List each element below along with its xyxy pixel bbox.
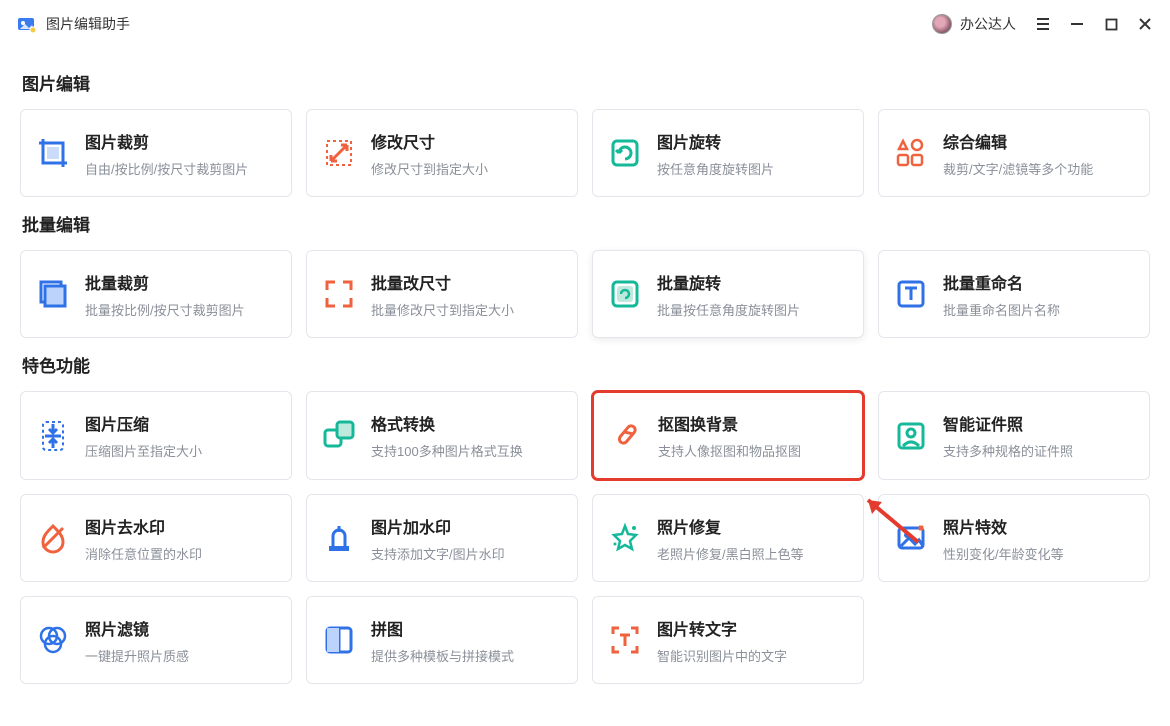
card-title: 修改尺寸 [371, 129, 488, 153]
titlebar-left: 图片编辑助手 [16, 14, 130, 34]
menu-button[interactable] [1034, 15, 1052, 33]
card-title: 抠图换背景 [658, 411, 801, 435]
grid-batch: 批量裁剪 批量按比例/按尺寸裁剪图片 批量改尺寸 批量修改尺寸到指定大小 批量旋… [20, 250, 1150, 338]
card-title: 批量重命名 [943, 270, 1060, 294]
card-batch-rotate[interactable]: 批量旋转 批量按任意角度旋转图片 [592, 250, 864, 338]
card-desc: 批量修改尺寸到指定大小 [371, 300, 514, 319]
card-crop[interactable]: 图片裁剪 自由/按比例/按尺寸裁剪图片 [20, 109, 292, 197]
card-title: 图片压缩 [85, 411, 202, 435]
card-title: 批量改尺寸 [371, 270, 514, 294]
card-cutout[interactable]: 抠图换背景 支持人像抠图和物品抠图 [592, 391, 864, 480]
card-desc: 裁剪/文字/滤镜等多个功能 [943, 159, 1093, 178]
grid-edit: 图片裁剪 自由/按比例/按尺寸裁剪图片 修改尺寸 修改尺寸到指定大小 图片旋转 … [20, 109, 1150, 197]
restore-icon [609, 522, 641, 554]
card-desc: 支持添加文字/图片水印 [371, 544, 505, 563]
card-desc: 批量按比例/按尺寸裁剪图片 [85, 300, 245, 319]
app-logo-icon [16, 14, 36, 34]
card-batch-crop[interactable]: 批量裁剪 批量按比例/按尺寸裁剪图片 [20, 250, 292, 338]
resize-icon [323, 137, 355, 169]
filter-icon [37, 624, 69, 656]
card-desc: 老照片修复/黑白照上色等 [657, 544, 804, 563]
section-heading-special: 特色功能 [22, 352, 1150, 377]
card-title: 照片滤镜 [85, 616, 189, 640]
card-title: 批量旋转 [657, 270, 800, 294]
card-desc: 按任意角度旋转图片 [657, 159, 774, 178]
card-desc: 消除任意位置的水印 [85, 544, 202, 563]
username: 办公达人 [960, 14, 1016, 34]
rename-icon [895, 278, 927, 310]
section-heading-batch: 批量编辑 [22, 211, 1150, 236]
window-controls [1034, 15, 1154, 33]
card-title: 拼图 [371, 616, 514, 640]
card-ocr[interactable]: 图片转文字 智能识别图片中的文字 [592, 596, 864, 684]
wand-icon [610, 420, 642, 452]
avatar-icon [932, 14, 952, 34]
card-title: 综合编辑 [943, 129, 1093, 153]
app-title: 图片编辑助手 [46, 14, 130, 34]
maximize-button[interactable] [1102, 15, 1120, 33]
crop-icon [37, 137, 69, 169]
content: 图片编辑 图片裁剪 自由/按比例/按尺寸裁剪图片 修改尺寸 修改尺寸到指定大小 … [0, 44, 1170, 704]
batch-crop-icon [37, 278, 69, 310]
card-desc: 支持人像抠图和物品抠图 [658, 441, 801, 460]
card-title: 格式转换 [371, 411, 523, 435]
card-desc: 自由/按比例/按尺寸裁剪图片 [85, 159, 248, 178]
effects-icon [895, 522, 927, 554]
card-batch-rename[interactable]: 批量重命名 批量重命名图片名称 [878, 250, 1150, 338]
user-area[interactable]: 办公达人 [932, 14, 1016, 34]
card-title: 照片修复 [657, 514, 804, 538]
batch-rotate-icon [609, 278, 641, 310]
card-collage[interactable]: 拼图 提供多种模板与拼接模式 [306, 596, 578, 684]
collage-icon [323, 624, 355, 656]
card-filter[interactable]: 照片滤镜 一键提升照片质感 [20, 596, 292, 684]
card-title: 批量裁剪 [85, 270, 245, 294]
card-batch-resize[interactable]: 批量改尺寸 批量修改尺寸到指定大小 [306, 250, 578, 338]
convert-icon [323, 420, 355, 452]
card-desc: 压缩图片至指定大小 [85, 441, 202, 460]
card-remove-watermark[interactable]: 图片去水印 消除任意位置的水印 [20, 494, 292, 582]
card-effects[interactable]: 照片特效 性别变化/年龄变化等 [878, 494, 1150, 582]
titlebar: 图片编辑助手 办公达人 [0, 0, 1170, 44]
remove-watermark-icon [37, 522, 69, 554]
section-heading-edit: 图片编辑 [22, 70, 1150, 95]
card-title: 图片去水印 [85, 514, 202, 538]
card-desc: 修改尺寸到指定大小 [371, 159, 488, 178]
expand-icon [323, 278, 355, 310]
card-rotate[interactable]: 图片旋转 按任意角度旋转图片 [592, 109, 864, 197]
rotate-icon [609, 137, 641, 169]
card-title: 图片加水印 [371, 514, 505, 538]
close-button[interactable] [1136, 15, 1154, 33]
add-watermark-icon [323, 522, 355, 554]
card-title: 照片特效 [943, 514, 1064, 538]
card-desc: 批量重命名图片名称 [943, 300, 1060, 319]
card-compress[interactable]: 图片压缩 压缩图片至指定大小 [20, 391, 292, 480]
card-title: 图片裁剪 [85, 129, 248, 153]
card-restore[interactable]: 照片修复 老照片修复/黑白照上色等 [592, 494, 864, 582]
card-multi-edit[interactable]: 综合编辑 裁剪/文字/滤镜等多个功能 [878, 109, 1150, 197]
card-title: 智能证件照 [943, 411, 1073, 435]
card-resize[interactable]: 修改尺寸 修改尺寸到指定大小 [306, 109, 578, 197]
card-idphoto[interactable]: 智能证件照 支持多种规格的证件照 [878, 391, 1150, 480]
card-desc: 智能识别图片中的文字 [657, 646, 787, 665]
card-title: 图片旋转 [657, 129, 774, 153]
ocr-icon [609, 624, 641, 656]
compress-icon [37, 420, 69, 452]
minimize-button[interactable] [1068, 15, 1086, 33]
card-desc: 一键提升照片质感 [85, 646, 189, 665]
titlebar-right: 办公达人 [932, 14, 1154, 34]
idphoto-icon [895, 420, 927, 452]
card-desc: 批量按任意角度旋转图片 [657, 300, 800, 319]
shapes-icon [895, 137, 927, 169]
card-desc: 支持多种规格的证件照 [943, 441, 1073, 460]
card-desc: 性别变化/年龄变化等 [943, 544, 1064, 563]
grid-special: 图片压缩 压缩图片至指定大小 格式转换 支持100多种图片格式互换 抠图换背景 … [20, 391, 1150, 684]
card-desc: 支持100多种图片格式互换 [371, 441, 523, 460]
card-add-watermark[interactable]: 图片加水印 支持添加文字/图片水印 [306, 494, 578, 582]
card-title: 图片转文字 [657, 616, 787, 640]
card-convert[interactable]: 格式转换 支持100多种图片格式互换 [306, 391, 578, 480]
card-desc: 提供多种模板与拼接模式 [371, 646, 514, 665]
